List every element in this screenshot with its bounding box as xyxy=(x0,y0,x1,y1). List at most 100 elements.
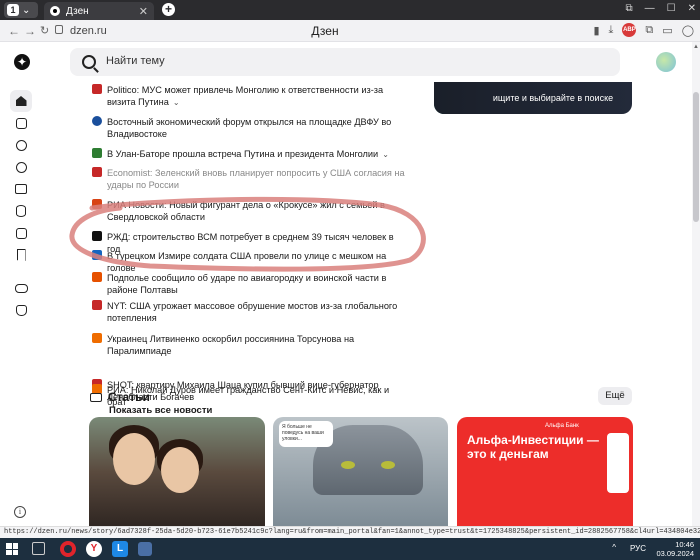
news-headline: Восточный экономический форум открылся н… xyxy=(107,117,392,139)
source-logo-icon xyxy=(92,300,102,310)
cat-eye xyxy=(381,461,395,469)
tab-counter-button[interactable]: 1 ⌄ xyxy=(4,2,38,18)
cat-icon xyxy=(15,304,27,316)
page-scrollbar[interactable]: ▲ xyxy=(692,42,700,526)
lock-icon[interactable] xyxy=(55,25,63,34)
show-all-news-link[interactable]: Показать все новости xyxy=(109,405,212,416)
close-window-icon[interactable]: ✕ xyxy=(688,3,696,14)
news-item[interactable]: Economist: Зеленский вновь планирует поп… xyxy=(92,167,412,191)
news-item[interactable]: Politico: МУС может привлечь Монголию к … xyxy=(92,84,412,109)
task-view-icon[interactable] xyxy=(32,542,45,555)
scroll-up-icon[interactable]: ▲ xyxy=(693,44,699,50)
check-box-icon xyxy=(15,117,27,129)
card-image-face xyxy=(113,433,155,485)
clock[interactable]: 10:46 03.09.2024 xyxy=(656,540,694,558)
search-input[interactable] xyxy=(106,55,586,67)
source-logo-icon xyxy=(92,167,102,177)
card-speech-bubble: Я больше не поведусь на ваши уловки... xyxy=(279,421,333,447)
news-headline: Украинец Литвиненко оскорбил россиянина … xyxy=(107,334,355,356)
maximize-icon[interactable]: ☐ xyxy=(667,3,676,14)
sidebar-item-kids[interactable] xyxy=(10,299,32,321)
new-tab-button[interactable]: + xyxy=(162,3,175,16)
sidebar-item-studio[interactable] xyxy=(10,222,32,244)
card-image-face xyxy=(161,447,199,493)
left-sidebar: i xyxy=(0,82,44,526)
source-logo-icon xyxy=(92,272,102,282)
app-icon[interactable] xyxy=(138,542,152,556)
tab-count: 1 xyxy=(7,4,19,16)
sidebar-item-home[interactable] xyxy=(10,90,32,112)
sidebar-icon[interactable]: ▭ xyxy=(662,24,672,37)
tray-arrow-icon[interactable]: ^ xyxy=(612,543,616,552)
adblock-icon[interactable]: ABP xyxy=(622,23,637,37)
search-bar[interactable] xyxy=(70,48,620,76)
news-item[interactable]: РИА Новости: Новый фигурант дела о «Крок… xyxy=(92,199,412,223)
article-card-ad[interactable]: Альфа Банк Альфа-Инвестиции — это к день… xyxy=(457,417,633,526)
sidebar-item-storage[interactable] xyxy=(10,200,32,222)
window-restore-icon[interactable]: ⧉ xyxy=(626,3,633,14)
windows-start-icon[interactable] xyxy=(6,543,18,555)
status-url-bar: https://dzen.ru/news/story/6ad7328f-25da… xyxy=(0,526,700,538)
yandex-browser-icon[interactable]: Y xyxy=(86,541,102,557)
promo-text: ищите и выбирайте в поиске xyxy=(492,93,614,103)
extensions-icon[interactable]: ⧉ xyxy=(645,24,653,37)
news-headline: Politico: МУС может привлечь Монголию к … xyxy=(107,85,384,107)
alfa-brand: Альфа Банк xyxy=(545,423,579,429)
articles-title: Статьи xyxy=(108,390,150,404)
sidebar-item-clips[interactable] xyxy=(10,156,32,178)
sidebar-item-reading[interactable] xyxy=(10,178,32,200)
window-controls: ⧉ — ☐ ✕ xyxy=(626,3,697,14)
home-icon xyxy=(15,96,27,106)
gamepad-icon xyxy=(14,283,28,293)
forward-icon[interactable]: → xyxy=(24,24,36,38)
info-icon[interactable]: i xyxy=(14,506,26,518)
chevron-down-icon[interactable]: ⌄ xyxy=(173,97,180,109)
news-item[interactable]: NYT: США угрожает массовое обрушение мос… xyxy=(92,300,412,324)
address-domain[interactable]: dzen.ru xyxy=(70,25,107,37)
tab-close-icon[interactable]: ✕ xyxy=(139,5,148,18)
promo-banner[interactable]: ищите и выбирайте в поиске xyxy=(434,82,632,114)
ad-title: Альфа-Инвестиции — это к деньгам xyxy=(467,433,599,461)
minimize-icon[interactable]: — xyxy=(645,3,655,14)
lightshot-icon[interactable]: L xyxy=(112,541,128,557)
bookmark-icon xyxy=(16,249,26,261)
article-card[interactable]: Я больше не поведусь на ваши уловки... xyxy=(273,417,448,526)
opera-icon[interactable] xyxy=(60,541,76,557)
sidebar-item-games[interactable] xyxy=(10,277,32,299)
profile-icon[interactable]: ◯ xyxy=(682,24,694,37)
sidebar-item-bookmarks[interactable] xyxy=(10,244,32,266)
book-icon xyxy=(15,184,27,194)
studio-icon xyxy=(15,227,27,239)
news-item[interactable]: Восточный экономический форум открылся н… xyxy=(92,116,412,140)
article-card[interactable] xyxy=(89,417,265,526)
sidebar-item-subscriptions[interactable] xyxy=(10,112,32,134)
source-logo-icon xyxy=(92,333,102,343)
back-icon[interactable]: ← xyxy=(8,24,20,38)
phone-image xyxy=(607,433,629,493)
tab-dzen[interactable]: Дзен ✕ xyxy=(44,2,154,20)
news-headline: NYT: США угрожает массовое обрушение мос… xyxy=(107,301,398,323)
news-item[interactable]: Подполье сообщило об ударе по авиагородк… xyxy=(92,272,412,296)
chevron-down-icon[interactable]: ⌄ xyxy=(382,149,389,161)
address-bar-tools: ▮ ⤓ ABP ⧉ ▭ ◯ xyxy=(593,23,694,37)
articles-icon xyxy=(90,392,102,402)
scroll-thumb[interactable] xyxy=(693,92,699,222)
windows-taskbar: Y L ^ РУС 10:46 03.09.2024 xyxy=(0,538,700,560)
bookmark-icon[interactable]: ▮ xyxy=(593,24,599,37)
news-item[interactable]: В турецком Измире солдата США провели по… xyxy=(92,250,412,274)
language-indicator[interactable]: РУС xyxy=(630,544,646,553)
dzen-logo-icon[interactable]: ✦ xyxy=(14,54,30,70)
sidebar-item-search[interactable] xyxy=(10,134,32,156)
avatar[interactable] xyxy=(656,52,676,72)
news-item[interactable]: В Улан-Баторе прошла встреча Путина и пр… xyxy=(92,148,412,161)
search-circle-icon xyxy=(15,139,27,151)
browser-tab-bar: 1 ⌄ Дзен ✕ + ⧉ — ☐ ✕ xyxy=(0,0,700,20)
news-item[interactable]: Украинец Литвиненко оскорбил россиянина … xyxy=(92,333,412,357)
more-articles-button[interactable]: Ещё xyxy=(598,387,632,405)
tab-title: Дзен xyxy=(66,5,89,17)
reload-icon[interactable]: ↻ xyxy=(40,24,49,37)
news-headline: В Улан-Баторе прошла встреча Путина и пр… xyxy=(107,149,379,159)
address-bar: ← → ↻ dzen.ru Дзен ▮ ⤓ ABP ⧉ ▭ ◯ xyxy=(0,20,700,42)
source-logo-icon xyxy=(92,84,102,94)
download-icon[interactable]: ⤓ xyxy=(609,24,614,37)
